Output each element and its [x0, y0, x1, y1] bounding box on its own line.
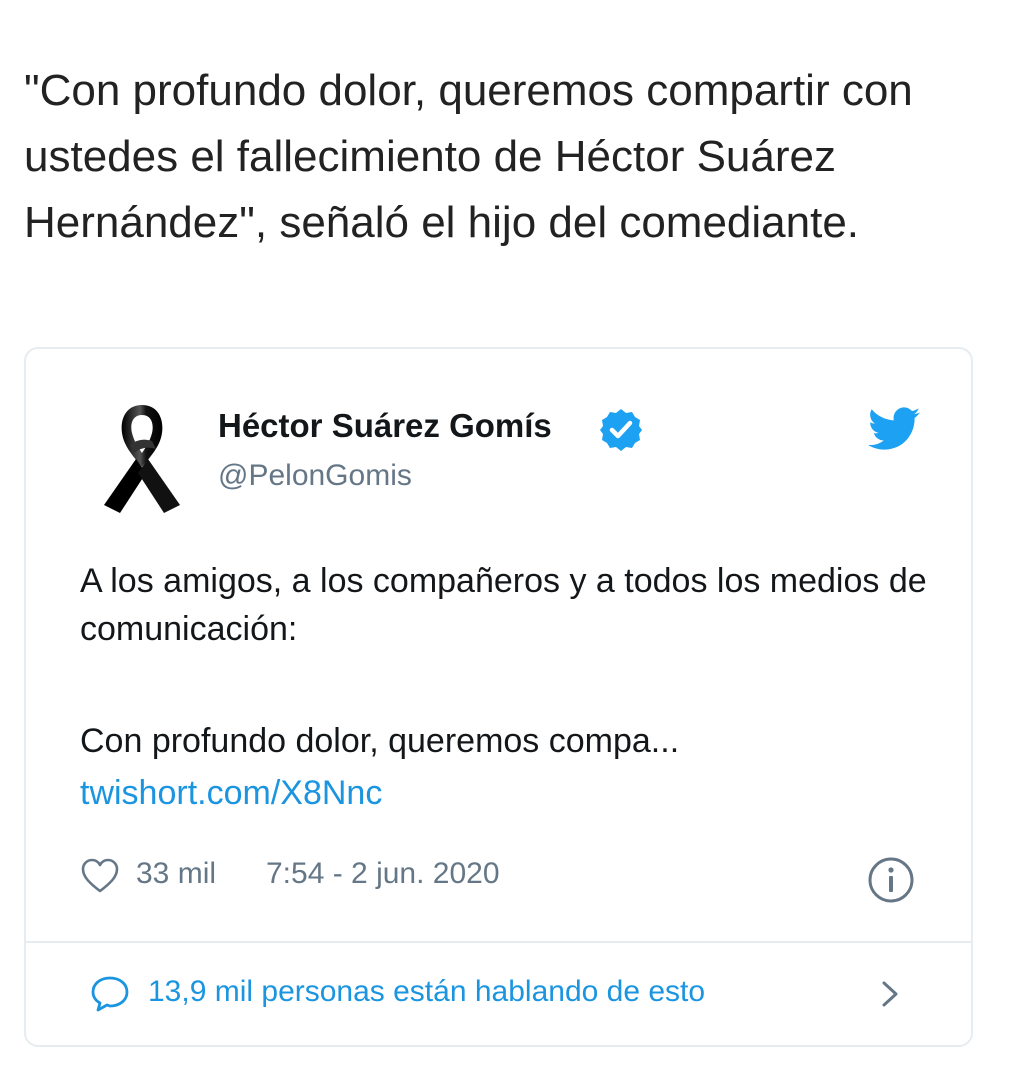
tweet-meta-row: 33 mil 7:54 - 2 jun. 2020	[80, 851, 940, 903]
conversation-count[interactable]: 13,9 mil personas están hablando de esto	[148, 975, 705, 1009]
twitter-bird-icon[interactable]	[868, 407, 920, 451]
author-handle[interactable]: @PelonGomis	[218, 459, 412, 493]
tweet-text-line: Con profundo dolor, queremos compa...	[80, 722, 680, 760]
author-name[interactable]: Héctor Suárez Gomís	[218, 407, 552, 445]
embedded-tweet-card[interactable]: Héctor Suárez Gomís @PelonGomis A los am…	[24, 347, 973, 1047]
likes-count[interactable]: 33 mil	[136, 857, 216, 891]
speech-bubble-icon	[91, 976, 129, 1012]
heart-icon[interactable]	[80, 857, 120, 895]
black-mourning-ribbon-icon[interactable]	[100, 401, 184, 517]
tweet-timestamp[interactable]: 7:54 - 2 jun. 2020	[266, 857, 500, 891]
article-paragraph: "Con profundo dolor, queremos compartir …	[24, 66, 913, 247]
tweet-text: A los amigos, a los compañeros y a todos…	[80, 557, 940, 817]
tweet-text-line: A los amigos, a los compañeros y a todos…	[80, 562, 927, 648]
tweet-link[interactable]: twishort.com/X8Nnc	[80, 769, 382, 817]
info-icon[interactable]	[866, 855, 916, 905]
conversation-link[interactable]: 13,9 mil personas están hablando de esto	[26, 943, 971, 1047]
chevron-right-icon[interactable]	[876, 977, 904, 1011]
verified-badge-icon	[600, 409, 642, 451]
